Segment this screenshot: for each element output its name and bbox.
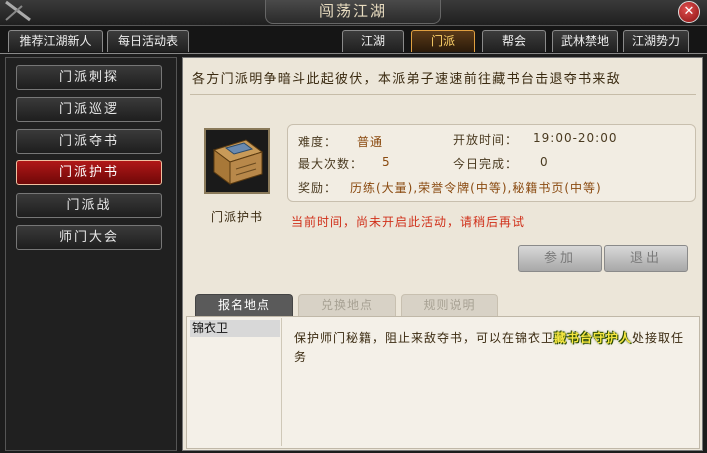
divider	[281, 318, 282, 446]
activity-name: 门派护书	[210, 210, 263, 224]
divider	[190, 94, 696, 95]
description-text: 保护师门秘籍，阻止来敌夺书，可以在锦衣卫	[294, 331, 555, 345]
sidebar-item-seize-book[interactable]: 门派夺书	[16, 129, 162, 154]
sidebar-item-sect-war[interactable]: 门派战	[16, 193, 162, 218]
tab-guild[interactable]: 帮会	[482, 30, 546, 52]
tab-jianghu-forces[interactable]: 江湖势力	[623, 30, 689, 52]
sidebar-item-patrol[interactable]: 门派巡逻	[16, 97, 162, 122]
tab-signup-location[interactable]: 报名地点	[195, 294, 293, 316]
reward-label: 奖励：	[298, 181, 338, 195]
tab-exchange-location[interactable]: 兑换地点	[298, 294, 396, 316]
tab-rules[interactable]: 规则说明	[401, 294, 498, 316]
tab-recommend-newcomer[interactable]: 推荐江湖新人	[8, 30, 103, 52]
tab-forbidden-area[interactable]: 武林禁地	[552, 30, 618, 52]
join-button[interactable]: 参加	[518, 245, 602, 272]
exit-button[interactable]: 退出	[604, 245, 688, 272]
open-time-label: 开放时间：	[453, 133, 519, 147]
open-time-value: 19:00-20:00	[533, 131, 618, 145]
window-title: 闯荡江湖	[265, 0, 441, 24]
task-description: 保护师门秘籍，阻止来敌夺书，可以在锦衣卫藏书台守护人处接取任务	[294, 329, 694, 369]
sidebar-item-guard-book[interactable]: 门派护书	[16, 160, 162, 185]
status-notice: 当前时间，尚未开启此活动，请稍后再试	[291, 215, 526, 229]
reward-value: 历练(大量),荣誉令牌(中等),秘籍书页(中等)	[350, 181, 602, 195]
sidebar-item-master-meeting[interactable]: 师门大会	[16, 225, 162, 250]
npc-link[interactable]: 藏书台守护人	[554, 331, 632, 345]
close-button[interactable]: ✕	[678, 1, 700, 23]
tab-jianghu[interactable]: 江湖	[342, 30, 404, 52]
difficulty-value: 普通	[357, 135, 384, 149]
today-done-value: 0	[540, 155, 549, 169]
tab-daily-activities[interactable]: 每日活动表	[107, 30, 189, 52]
difficulty-label: 难度：	[298, 135, 338, 149]
tab-sect[interactable]: 门派	[411, 30, 475, 52]
list-item-location[interactable]: 锦衣卫	[190, 320, 280, 337]
max-count-value: 5	[382, 155, 391, 169]
max-count-label: 最大次数：	[298, 157, 364, 171]
activity-intro: 各方门派明争暗斗此起彼伏，本派弟子速速前往藏书台击退夺书来敌	[192, 72, 622, 87]
today-done-label: 今日完成：	[453, 157, 519, 171]
crossed-swords-icon	[2, 0, 44, 24]
book-crate-icon	[204, 128, 270, 194]
sidebar-item-scout[interactable]: 门派刺探	[16, 65, 162, 90]
